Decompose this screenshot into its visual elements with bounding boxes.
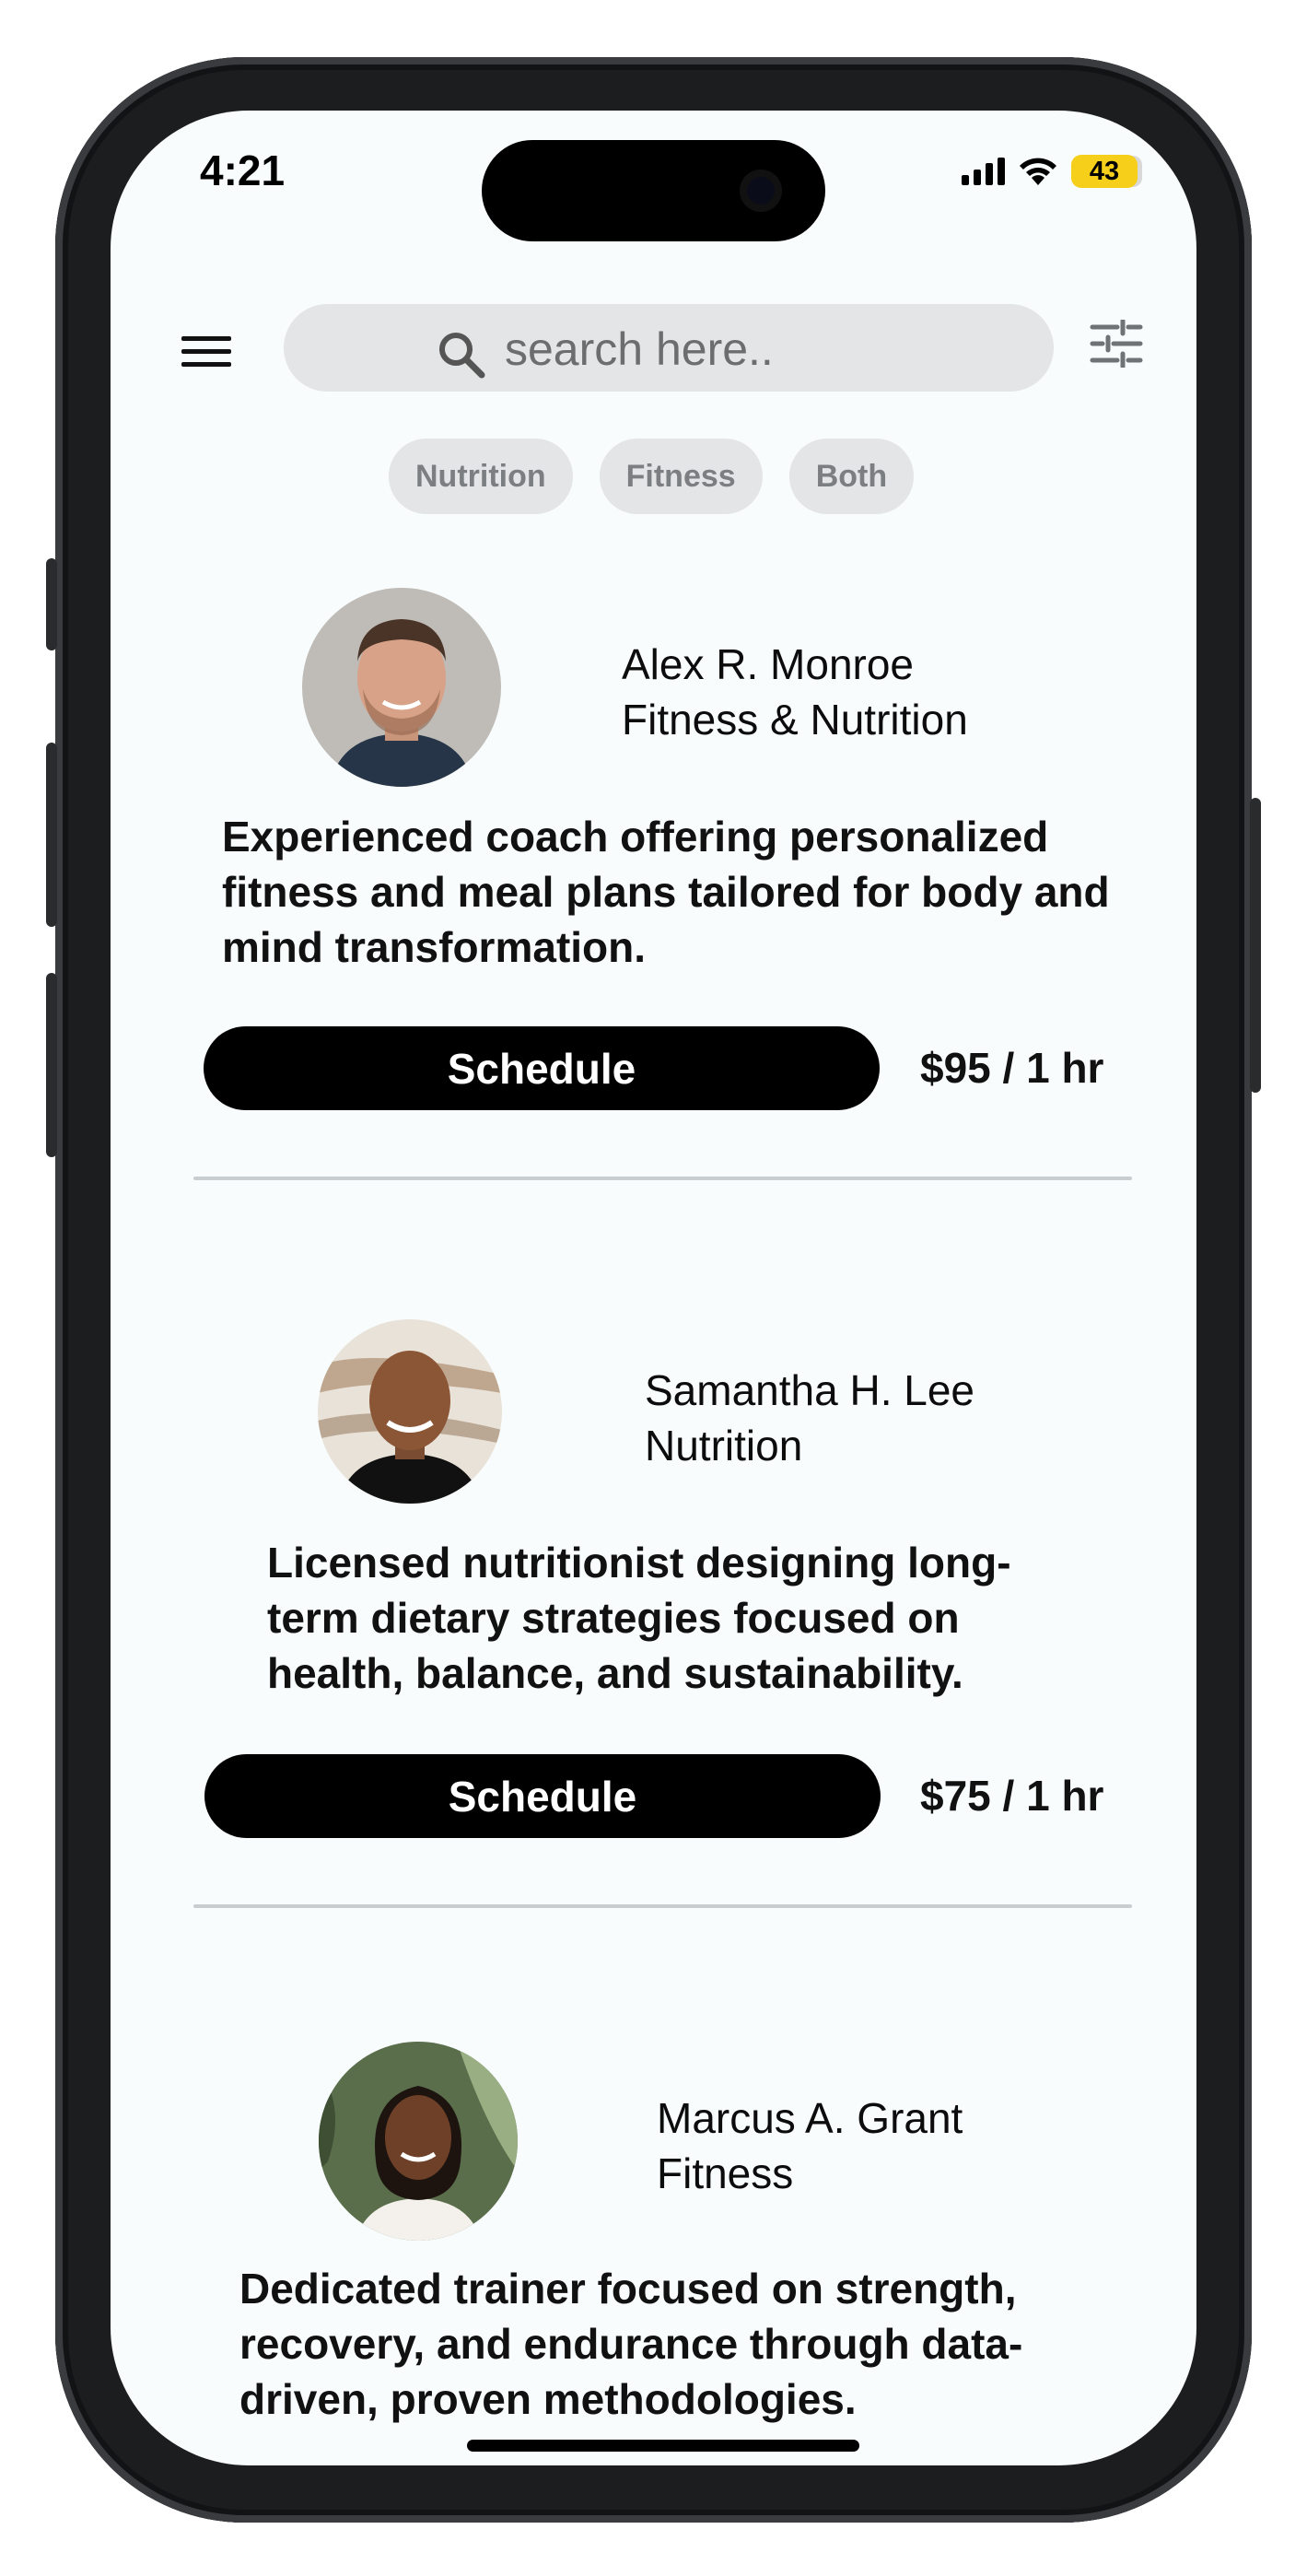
coach-description: Dedicated trainer focused on strength, r… xyxy=(239,2265,1023,2423)
status-indicators: 43 xyxy=(962,155,1138,188)
card-divider xyxy=(193,1904,1132,1908)
schedule-button[interactable]: Schedule xyxy=(204,1026,880,1110)
category-filters: Nutrition Fitness Both xyxy=(389,439,915,514)
coach-description: Experienced coach offering personalized … xyxy=(222,813,1110,971)
filter-chip-both[interactable]: Both xyxy=(788,439,915,514)
session-price: $95 / 1 hr xyxy=(920,1044,1104,1092)
card-divider xyxy=(193,1177,1132,1180)
app-screen: 4:21 43 Nutrition Fitness Both xyxy=(111,111,1196,2465)
dynamic-island xyxy=(482,140,825,241)
coach-specialty: Fitness xyxy=(657,2149,794,2197)
coach-name: Alex R. Monroe xyxy=(622,640,915,688)
power-button xyxy=(1250,798,1261,1093)
coach-avatar[interactable] xyxy=(318,1319,502,1504)
volume-down-button xyxy=(46,973,57,1157)
home-indicator[interactable] xyxy=(467,2440,859,2452)
battery-icon: 43 xyxy=(1071,155,1138,188)
search-input[interactable] xyxy=(503,304,1022,393)
status-time: 4:21 xyxy=(200,146,286,194)
action-button xyxy=(46,558,57,650)
coach-name: Marcus A. Grant xyxy=(657,2094,963,2142)
schedule-button[interactable]: Schedule xyxy=(204,1754,881,1838)
volume-up-button xyxy=(46,743,57,927)
filter-chip-fitness[interactable]: Fitness xyxy=(599,439,763,514)
coach-description: Licensed nutritionist designing long-ter… xyxy=(267,1539,1011,1697)
filter-chip-nutrition[interactable]: Nutrition xyxy=(389,439,573,514)
camera-icon xyxy=(740,170,782,212)
session-price: $75 / 1 hr xyxy=(920,1772,1104,1820)
cellular-signal-icon xyxy=(962,158,1005,185)
wifi-icon xyxy=(1020,158,1056,185)
coach-specialty: Fitness & Nutrition xyxy=(622,696,968,744)
coach-avatar[interactable] xyxy=(319,2042,518,2241)
coach-avatar[interactable] xyxy=(302,588,501,787)
filter-sliders-icon[interactable] xyxy=(1090,320,1143,368)
coach-specialty: Nutrition xyxy=(645,1422,803,1469)
search-bar[interactable] xyxy=(284,304,1054,393)
coach-name: Samantha H. Lee xyxy=(645,1366,975,1414)
search-icon xyxy=(439,333,485,379)
hamburger-menu-icon[interactable] xyxy=(181,336,231,369)
